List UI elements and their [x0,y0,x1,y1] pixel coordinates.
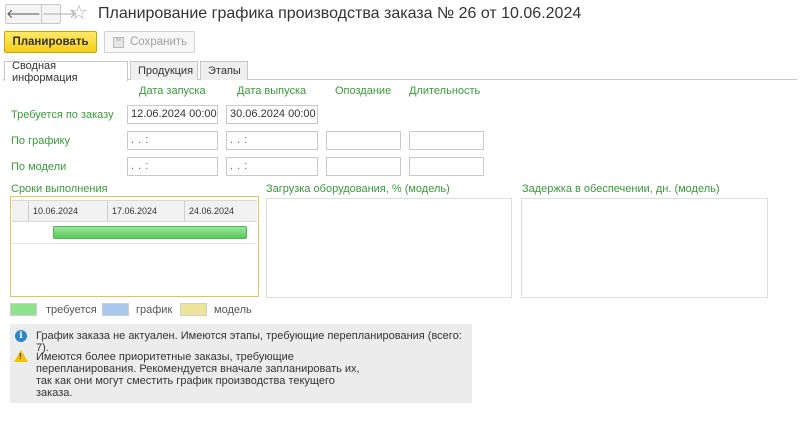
model-start-date-field[interactable]: . . : [127,157,218,176]
gantt-timeline-header: 10.06.2024 17.06.2024 24.06.2024 [12,200,257,222]
section-title-deadlines: Сроки выполнения [11,183,108,195]
back-arrow-icon[interactable]: 🡐 [6,5,41,23]
navigation-buttons: 🡐 🡒 [5,4,77,24]
equipment-load-chart[interactable] [266,198,512,298]
schedule-duration-field[interactable] [409,131,484,150]
section-title-equipment-load: Загрузка оборудования, % (модель) [266,183,450,195]
required-start-date-field[interactable]: 12.06.2024 00:00 [127,105,218,124]
legend-label-required: требуется [46,304,97,316]
warning-icon: ! [14,350,28,362]
gantt-chart[interactable]: 10.06.2024 17.06.2024 24.06.2024 [10,196,259,297]
supply-delay-chart[interactable] [521,198,768,298]
gantt-required-bar[interactable] [53,226,247,239]
legend-label-model: модель [214,304,252,316]
floppy-disk-icon [113,36,124,48]
legend-label-schedule: график [136,304,173,316]
warning-message: Имеются более приоритетные заказы, требу… [36,351,360,399]
legend-swatch-schedule [102,303,129,316]
row-label-schedule: По графику [11,135,70,147]
save-button[interactable]: Сохранить [104,31,195,53]
warning-line: перепланирования. Рекомендуется вначале … [36,363,360,375]
tab-stages[interactable]: Этапы [200,61,248,80]
gantt-tick-label: 10.06.2024 [28,201,107,221]
tab-products[interactable]: Продукция [130,61,198,80]
section-title-supply-delay: Задержка в обеспечении, дн. (модель) [522,183,720,195]
warning-line: заказа. [36,387,73,399]
model-delay-field[interactable] [326,157,401,176]
tab-summary[interactable]: Сводная информация [4,60,128,84]
model-duration-field[interactable] [409,157,484,176]
schedule-end-date-field[interactable]: . . : [226,131,318,150]
column-header-start-date: Дата запуска [139,85,206,97]
legend-swatch-required [10,303,37,316]
favorite-star-icon[interactable]: ☆ [70,2,88,24]
model-end-date-field[interactable]: . . : [226,157,318,176]
column-header-delay: Опоздание [335,85,392,97]
gantt-tick-label: 17.06.2024 [107,201,184,221]
row-label-required: Требуется по заказу [11,109,114,121]
row-label-model: По модели [11,161,67,173]
schedule-delay-field[interactable] [326,131,401,150]
column-header-duration: Длительность [409,85,481,97]
schedule-start-date-field[interactable]: . . : [127,131,218,150]
legend-swatch-model [180,303,207,316]
info-icon: i [15,330,27,342]
gantt-tick-label: 24.06.2024 [184,201,257,221]
messages-panel: i График заказа не актуален. Имеются эта… [10,324,472,403]
page-title: Планирование графика производства заказа… [98,5,582,22]
plan-button[interactable]: Планировать [4,31,97,53]
column-header-end-date: Дата выпуска [237,85,307,97]
required-end-date-field[interactable]: 30.06.2024 00:00 [226,105,318,124]
warning-line: так как они могут сместить график произв… [36,375,335,387]
gantt-row-divider [12,243,257,244]
warning-line: Имеются более приоритетные заказы, требу… [36,351,294,363]
save-button-label: Сохранить [130,36,188,48]
